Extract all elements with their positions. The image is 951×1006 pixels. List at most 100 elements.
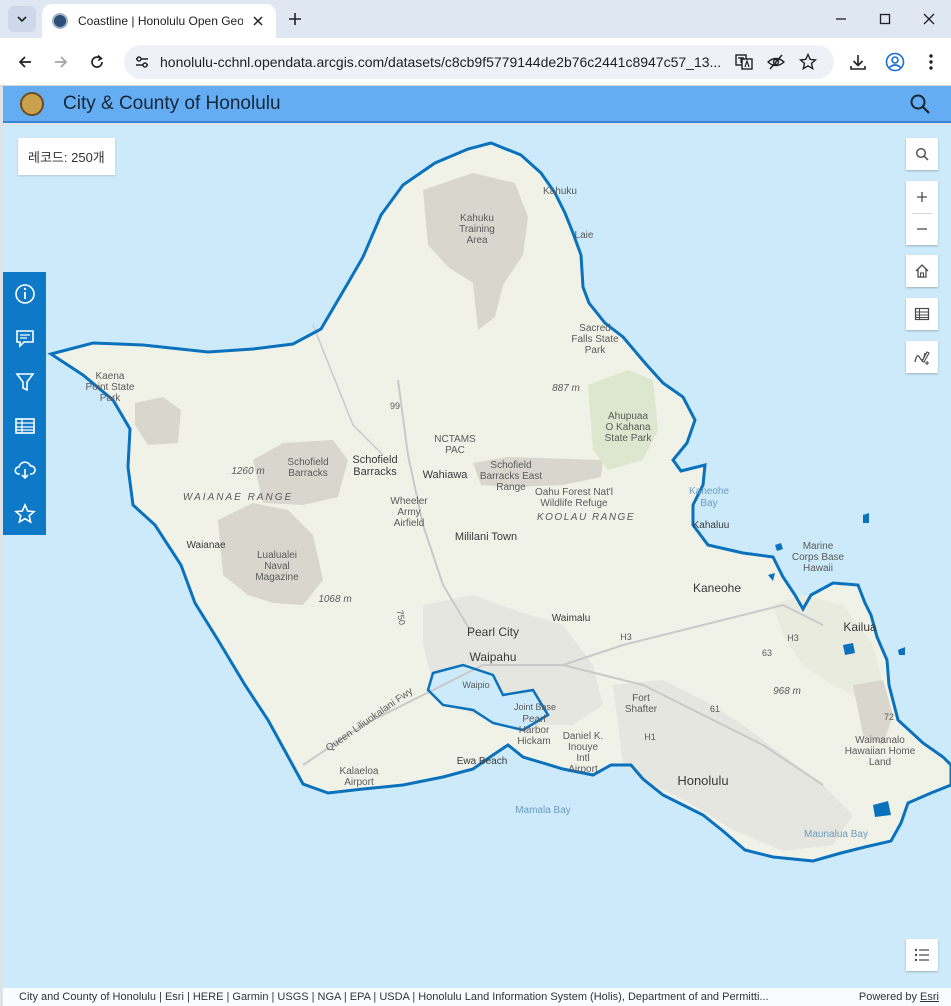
- label-kaena-1: Kaena: [96, 371, 125, 382]
- label-fort-shafter-2: Shafter: [625, 704, 658, 715]
- home-button[interactable]: [906, 255, 938, 287]
- label-kahuku-area-1: Kahuku: [460, 213, 494, 224]
- profile-icon: [885, 52, 905, 72]
- label-schofield-town-1: Schofield: [352, 454, 397, 466]
- app-title[interactable]: City & County of Honolulu: [63, 93, 281, 115]
- reload-icon: [91, 54, 103, 68]
- widget-sidebar: [3, 272, 46, 535]
- favorite-button[interactable]: [3, 492, 46, 536]
- label-kaena-2: Point State: [86, 382, 135, 393]
- label-joint-base: Joint Base: [514, 702, 556, 712]
- arrow-left-icon: [18, 56, 31, 68]
- label-route-63: 63: [762, 648, 772, 658]
- info-icon: [14, 284, 35, 304]
- tab-search-button[interactable]: [8, 6, 36, 32]
- profile-button[interactable]: [883, 50, 907, 74]
- label-inouye-3: Intl: [576, 753, 589, 764]
- label-route-72: 72: [884, 712, 894, 722]
- label-elev-887: 887 m: [552, 383, 580, 394]
- url-text: honolulu-cchnl.opendata.arcgis.com/datas…: [160, 54, 722, 70]
- attribute-table-button[interactable]: [906, 298, 938, 330]
- label-mililani: Mililani Town: [455, 531, 517, 543]
- basemap[interactable]: Kahuku Laie Kahuku Training Area Sacred …: [3, 125, 951, 1006]
- app-header: City & County of Honolulu: [3, 86, 951, 123]
- label-koolau-range: KOOLAU RANGE: [537, 512, 635, 523]
- site-info-icon[interactable]: [132, 52, 152, 72]
- data-table-button[interactable]: [3, 404, 46, 448]
- label-schofield-east-3: Range: [496, 482, 526, 493]
- label-waimalu: Waimalu: [552, 613, 591, 624]
- label-sacred-1: Sacred: [579, 323, 611, 334]
- download-icon: [850, 55, 866, 70]
- label-laie: Laie: [575, 230, 594, 241]
- label-schofield-town-2: Barracks: [353, 466, 397, 478]
- city-seal-logo[interactable]: [20, 92, 44, 116]
- label-pearl-2: Harbor: [519, 725, 550, 736]
- tab-close-button[interactable]: [251, 13, 266, 29]
- label-kailua: Kailua: [843, 620, 877, 634]
- back-button[interactable]: [13, 50, 37, 74]
- browser-tab-active[interactable]: Coastline | Honolulu Open Geo: [42, 4, 276, 38]
- label-schofield-b1: Schofield: [287, 457, 328, 468]
- maximize-button[interactable]: [874, 8, 896, 30]
- minimize-button[interactable]: [830, 8, 852, 30]
- download-data-button[interactable]: [3, 448, 46, 492]
- more-vertical-icon: [929, 54, 933, 70]
- label-kaena-3: Park: [100, 393, 122, 404]
- label-schofield-east-1: Schofield: [490, 460, 531, 471]
- label-kahuku-area-2: Training: [459, 224, 495, 235]
- zoom-out-button[interactable]: [906, 213, 938, 245]
- window-close-button[interactable]: [918, 8, 940, 30]
- powered-by-label: Powered by: [858, 991, 921, 1003]
- filter-icon: [14, 373, 35, 392]
- label-wheeler-1: Wheeler: [390, 496, 428, 507]
- label-nctams-2: PAC: [445, 445, 465, 456]
- label-waipio: Waipio: [462, 680, 489, 690]
- reload-button[interactable]: [85, 50, 109, 74]
- label-oahu-forest-1: Oahu Forest Nat'l: [535, 487, 613, 498]
- label-route-61: 61: [710, 704, 720, 714]
- label-marine-3: Hawaii: [803, 563, 833, 574]
- label-sacred-2: Falls State: [571, 334, 619, 345]
- download-button[interactable]: [846, 50, 870, 74]
- details-button[interactable]: [3, 272, 46, 316]
- legend-button[interactable]: [906, 939, 938, 971]
- address-bar[interactable]: honolulu-cchnl.opendata.arcgis.com/datas…: [124, 45, 834, 79]
- translate-icon[interactable]: [734, 52, 754, 72]
- browser-chrome: Coastline | Honolulu Open Geo honolulu-c…: [0, 0, 951, 86]
- label-waimanalo-1: Waimanalo: [855, 735, 905, 746]
- label-fort-shafter-1: Fort: [632, 693, 650, 704]
- map-search-button[interactable]: [906, 138, 938, 170]
- label-route-h1: H1: [644, 732, 656, 742]
- label-ewa-beach: Ewa Beach: [457, 756, 508, 767]
- label-wheeler-3: Airfield: [394, 518, 425, 529]
- home-icon: [915, 264, 929, 278]
- plus-icon: [917, 192, 927, 202]
- label-elev-1068: 1068 m: [318, 594, 351, 605]
- label-inouye-4: Airport: [568, 764, 598, 775]
- label-oahu-forest-2: Wildlife Refuge: [540, 498, 608, 509]
- close-icon: [253, 16, 263, 26]
- sketch-icon: [914, 351, 930, 365]
- browser-menu-button[interactable]: [919, 50, 943, 74]
- map-view[interactable]: Kahuku Laie Kahuku Training Area Sacred …: [3, 125, 951, 1006]
- sketch-button[interactable]: [906, 341, 938, 373]
- label-marine-2: Corps Base: [792, 552, 845, 563]
- label-route-h3b: H3: [787, 633, 799, 643]
- new-tab-button[interactable]: [284, 8, 306, 30]
- forward-button[interactable]: [49, 50, 73, 74]
- filter-button[interactable]: [3, 360, 46, 404]
- zoom-in-button[interactable]: [906, 181, 938, 213]
- label-route-h3: H3: [620, 632, 632, 642]
- comments-button[interactable]: [3, 316, 46, 360]
- esri-link[interactable]: Esri: [920, 991, 939, 1003]
- label-ahupuaa-3: State Park: [605, 433, 653, 444]
- eye-off-icon[interactable]: [766, 52, 786, 72]
- label-lualualei-1: Lualualei: [257, 550, 297, 561]
- label-sacred-3: Park: [585, 345, 607, 356]
- header-search-button[interactable]: [909, 93, 931, 115]
- label-maunalua-bay: Maunalua Bay: [804, 829, 868, 840]
- site-favicon-icon: [52, 13, 68, 29]
- label-wheeler-2: Army: [397, 507, 420, 518]
- bookmark-star-icon[interactable]: [798, 52, 818, 72]
